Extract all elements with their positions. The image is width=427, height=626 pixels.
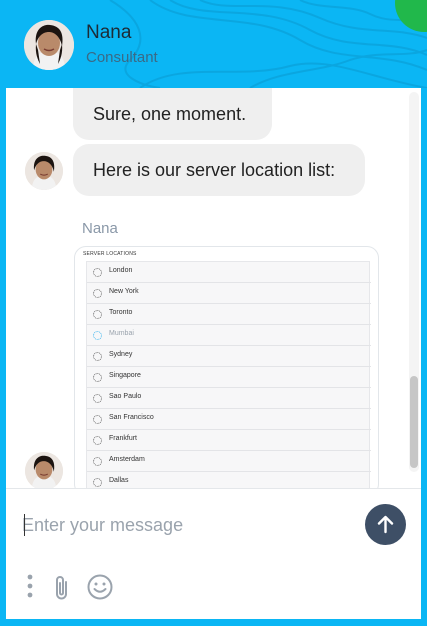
- location-name: Frankfurt: [109, 435, 138, 442]
- more-vertical-icon[interactable]: [24, 573, 36, 601]
- location-name: Sydney: [109, 351, 133, 358]
- loading-spinner-icon: [93, 373, 102, 382]
- agent-name: Nana: [86, 22, 132, 43]
- loading-spinner-icon: [93, 394, 102, 403]
- message-input[interactable]: [22, 507, 352, 543]
- loading-spinner-icon: [93, 436, 102, 445]
- location-row: San Francisco: [87, 409, 371, 430]
- text-caret: [24, 514, 25, 536]
- image-attachment[interactable]: SERVER LOCATIONS London New York Toronto Mu…: [74, 246, 379, 488]
- location-row: New York: [87, 283, 371, 304]
- chat-header: Nana Consultant: [0, 0, 427, 88]
- agent-avatar-small: [25, 452, 63, 488]
- location-row: London: [87, 262, 371, 283]
- location-name: Toronto: [109, 309, 133, 316]
- attachment-title: SERVER LOCATIONS: [83, 251, 137, 257]
- frame-border: [421, 88, 427, 626]
- loading-spinner-icon: [93, 310, 102, 319]
- location-name: Dallas: [109, 477, 129, 484]
- location-row: Dallas: [87, 472, 371, 488]
- message-composer: [6, 488, 421, 619]
- message-bubble: Here is our server location list:: [73, 144, 365, 196]
- send-button[interactable]: [365, 504, 406, 545]
- location-name: New York: [109, 288, 139, 295]
- location-name: Amsterdam: [109, 456, 145, 463]
- location-name: Mumbai: [109, 330, 134, 337]
- paperclip-icon[interactable]: [52, 573, 72, 603]
- smiley-icon[interactable]: [86, 573, 114, 601]
- location-row: Amsterdam: [87, 451, 371, 472]
- loading-spinner-icon: [93, 352, 102, 361]
- agent-avatar: [24, 20, 74, 70]
- location-name: San Francisco: [109, 414, 154, 421]
- message-list[interactable]: Sure, one moment. Here is our server loc…: [6, 88, 421, 488]
- location-list: London New York Toronto Mumbai Sydney Singapo…: [86, 261, 371, 488]
- arrow-up-icon: [377, 515, 394, 534]
- message-scrollbar[interactable]: [409, 92, 419, 472]
- location-name: London: [109, 267, 133, 274]
- frame-border: [0, 619, 427, 626]
- loading-spinner-icon: [93, 457, 102, 466]
- location-row: Sydney: [87, 346, 371, 367]
- agent-avatar-small: [25, 152, 63, 190]
- loading-spinner-icon: [93, 478, 102, 487]
- agent-role: Consultant: [86, 49, 158, 66]
- loading-spinner-icon: [93, 415, 102, 424]
- sender-label: Nana: [82, 220, 118, 237]
- location-row: Sao Paulo: [87, 388, 371, 409]
- scrollbar-thumb[interactable]: [410, 376, 418, 468]
- chat-widget: Nana Consultant Sure, one moment. Here i…: [0, 0, 427, 626]
- location-row: Mumbai: [87, 325, 371, 346]
- location-row: Frankfurt: [87, 430, 371, 451]
- loading-spinner-icon: [93, 289, 102, 298]
- loading-spinner-icon: [93, 331, 102, 340]
- location-name: Singapore: [109, 372, 141, 379]
- location-name: Sao Paulo: [109, 393, 142, 400]
- location-row: Singapore: [87, 367, 371, 388]
- message-bubble: Sure, one moment.: [73, 88, 272, 140]
- loading-spinner-icon: [93, 268, 102, 277]
- location-row: Toronto: [87, 304, 371, 325]
